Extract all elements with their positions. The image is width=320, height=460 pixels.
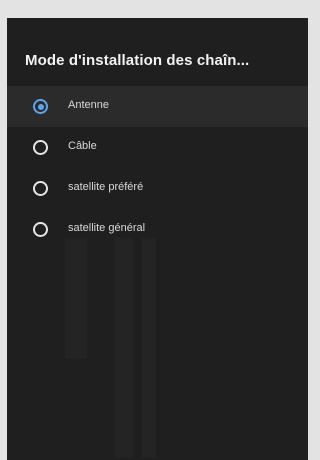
option-label: Antenne xyxy=(68,99,109,111)
option-label: satellite préféré xyxy=(68,181,144,193)
option-satellite-general[interactable]: satellite général xyxy=(7,209,308,250)
option-label: Câble xyxy=(68,140,97,152)
channel-install-dialog: Mode d'installation des chaîn... Antenne… xyxy=(7,18,308,460)
radio-unselected-icon xyxy=(33,140,48,155)
option-antenne[interactable]: Antenne xyxy=(7,86,308,127)
background-stripe xyxy=(65,238,87,358)
option-satellite-prefere[interactable]: satellite préféré xyxy=(7,168,308,209)
option-cable[interactable]: Câble xyxy=(7,127,308,168)
background-stripe xyxy=(115,238,133,458)
radio-unselected-icon xyxy=(33,181,48,196)
option-label: satellite général xyxy=(68,222,146,234)
radio-unselected-icon xyxy=(33,222,48,237)
install-mode-list: Antenne Câble satellite préféré satellit… xyxy=(7,86,308,250)
dialog-title: Mode d'installation des chaîn... xyxy=(25,52,250,69)
background-stripe xyxy=(142,238,156,458)
radio-selected-icon xyxy=(33,99,48,114)
